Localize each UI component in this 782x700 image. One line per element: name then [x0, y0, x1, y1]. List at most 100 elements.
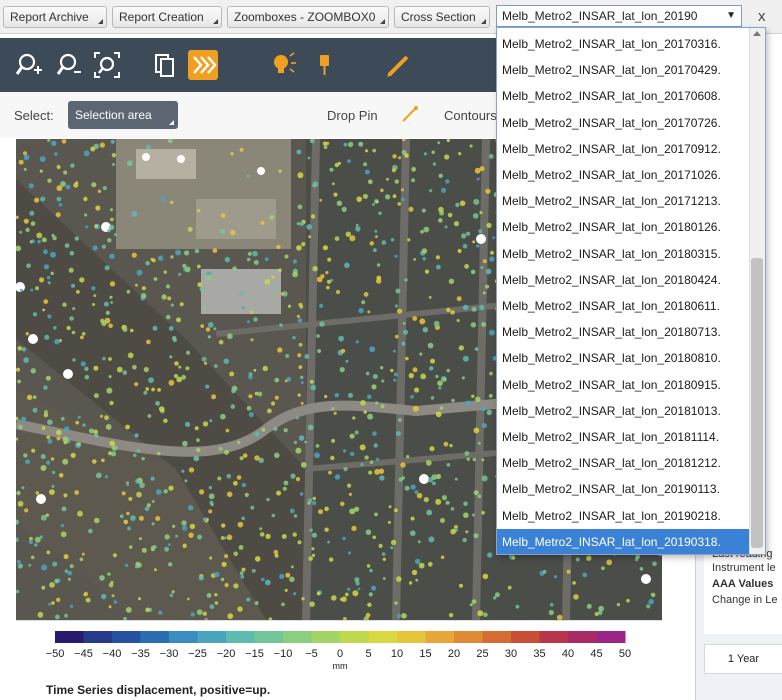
- insar-point: [391, 168, 396, 173]
- dropdown-option[interactable]: Melb_Metro2_INSAR_lat_lon_20180315.: [497, 241, 749, 267]
- insar-point: [300, 462, 307, 468]
- zoom-extent-icon[interactable]: [92, 50, 122, 80]
- insar-point: [407, 238, 411, 242]
- insar-point: [157, 388, 162, 392]
- legend-tick-label: 25: [476, 648, 488, 660]
- insar-point: [425, 459, 432, 466]
- insar-point: [137, 597, 142, 601]
- insar-point: [249, 310, 254, 314]
- lightbulb-icon[interactable]: [268, 50, 298, 80]
- insar-point: [319, 198, 323, 202]
- dropdown-option[interactable]: Melb_Metro2_INSAR_lat_lon_20170608.: [497, 83, 749, 109]
- dropdown-option[interactable]: Melb_Metro2_INSAR_lat_lon_20180915.: [497, 372, 749, 398]
- dropdown-option[interactable]: Melb_Metro2_INSAR_lat_lon_20181114.: [497, 424, 749, 450]
- insar-point: [214, 364, 218, 368]
- insar-point: [420, 230, 424, 234]
- insar-point: [163, 489, 168, 494]
- dropdown-option[interactable]: Melb_Metro2_INSAR_lat_lon_20180126.: [497, 214, 749, 240]
- tab-corner-icon: [380, 19, 385, 24]
- insar-point: [29, 240, 33, 244]
- insar-point: [311, 553, 316, 557]
- insar-point: [207, 335, 211, 339]
- dropdown-option[interactable]: Melb_Metro2_INSAR_lat_lon_20180424.: [497, 267, 749, 293]
- insar-point: [430, 396, 435, 400]
- dropdown-option[interactable]: Melb_Metro2_INSAR_lat_lon_20170726.: [497, 110, 749, 136]
- dropdown-option[interactable]: Melb_Metro2_INSAR_lat_lon_20181212.: [497, 450, 749, 476]
- pencil-icon[interactable]: [383, 50, 413, 80]
- insar-point: [283, 480, 289, 486]
- tab-cross-section[interactable]: Cross Section: [394, 6, 490, 28]
- dropdown-option[interactable]: Melb_Metro2_INSAR_lat_lon_20190218.: [497, 503, 749, 529]
- insar-point: [232, 266, 238, 272]
- dataset-select[interactable]: Melb_Metro2_INSAR_lat_lon_20190 ▼: [496, 5, 742, 27]
- dropdown-option[interactable]: Melb_Metro2_INSAR_lat_lon_20181013.: [497, 398, 749, 424]
- insar-point: [469, 144, 473, 148]
- insar-point: [84, 374, 90, 380]
- insar-point: [205, 384, 210, 389]
- dropdown-option[interactable]: Melb_Metro2_INSAR_lat_lon_20180611.: [497, 293, 749, 319]
- copy-pages-icon[interactable]: [150, 50, 180, 80]
- scrollbar-thumb[interactable]: [751, 258, 763, 548]
- zoom-out-icon[interactable]: [54, 50, 84, 80]
- fast-forward-icon[interactable]: [188, 50, 218, 80]
- insar-point: [223, 536, 227, 540]
- tab-report-archive[interactable]: Report Archive: [3, 6, 107, 28]
- insar-point: [390, 539, 397, 546]
- tab-zoomboxes[interactable]: Zoomboxes - ZOOMBOX0: [227, 6, 389, 28]
- insar-point: [296, 222, 300, 226]
- insar-point: [416, 492, 423, 499]
- scroll-up-icon[interactable]: [753, 31, 761, 36]
- dropdown-option[interactable]: Melb_Metro2_INSAR_lat_lon_20190318.: [497, 528, 749, 554]
- contours-button[interactable]: Contours: [444, 108, 497, 123]
- dropdown-option[interactable]: Melb_Metro2_INSAR_lat_lon_20170316.: [497, 31, 749, 57]
- insar-point: [326, 279, 332, 284]
- insar-point: [16, 490, 21, 496]
- dropdown-option[interactable]: Melb_Metro2_INSAR_lat_lon_20171213.: [497, 188, 749, 214]
- insar-point: [168, 562, 173, 567]
- drop-pin-icon[interactable]: [400, 104, 420, 124]
- dropdown-option[interactable]: Melb_Metro2_INSAR_lat_lon_20170429.: [497, 57, 749, 83]
- tab-report-creation[interactable]: Report Creation: [112, 6, 222, 28]
- dropdown-option[interactable]: Melb_Metro2_INSAR_lat_lon_20180810.: [497, 345, 749, 371]
- insar-point: [175, 534, 179, 538]
- close-icon[interactable]: x: [758, 8, 766, 25]
- insar-point: [376, 263, 381, 267]
- legend-tick-label: −40: [103, 648, 122, 660]
- insar-point: [100, 318, 105, 323]
- insar-point: [322, 245, 328, 251]
- insar-point: [432, 162, 436, 166]
- insar-point: [24, 508, 29, 513]
- insar-point: [45, 513, 49, 517]
- selection-mode-button[interactable]: Selection area: [68, 101, 178, 129]
- dropdown-option[interactable]: Melb_Metro2_INSAR_lat_lon_20190113.: [497, 476, 749, 502]
- insar-point: [109, 253, 115, 260]
- insar-point: [489, 371, 493, 376]
- dropdown-option[interactable]: Melb_Metro2_INSAR_lat_lon_20180713.: [497, 319, 749, 345]
- dataset-dropdown-list[interactable]: Melb_Metro2_INSAR_lat_lon_20170316. Melb_…: [496, 27, 766, 555]
- pin-icon[interactable]: [310, 50, 340, 80]
- insar-point: [435, 411, 442, 418]
- legend-color-swatch: [340, 631, 369, 643]
- insar-point: [121, 491, 126, 496]
- insar-point: [171, 335, 177, 341]
- insar-point: [401, 341, 406, 346]
- insar-point: [220, 228, 226, 234]
- insar-point: [18, 424, 23, 430]
- insar-point: [405, 356, 409, 361]
- zoom-in-icon[interactable]: [14, 50, 44, 80]
- insar-point: [297, 393, 301, 397]
- insar-point: [423, 497, 429, 503]
- drop-pin-button[interactable]: Drop Pin: [327, 108, 378, 123]
- dropdown-scrollbar[interactable]: [749, 28, 765, 554]
- insar-point: [190, 612, 195, 617]
- dropdown-option[interactable]: Melb_Metro2_INSAR_lat_lon_20170912.: [497, 136, 749, 162]
- insar-point: [56, 196, 62, 202]
- insar-point: [393, 372, 398, 377]
- insar-point: [40, 196, 46, 202]
- insar-point: [45, 460, 51, 465]
- insar-point: [253, 260, 259, 265]
- insar-point: [240, 575, 245, 579]
- tab-1-year[interactable]: 1 Year: [704, 644, 782, 674]
- dropdown-option[interactable]: Melb_Metro2_INSAR_lat_lon_20171026.: [497, 162, 749, 188]
- insar-point: [158, 406, 165, 412]
